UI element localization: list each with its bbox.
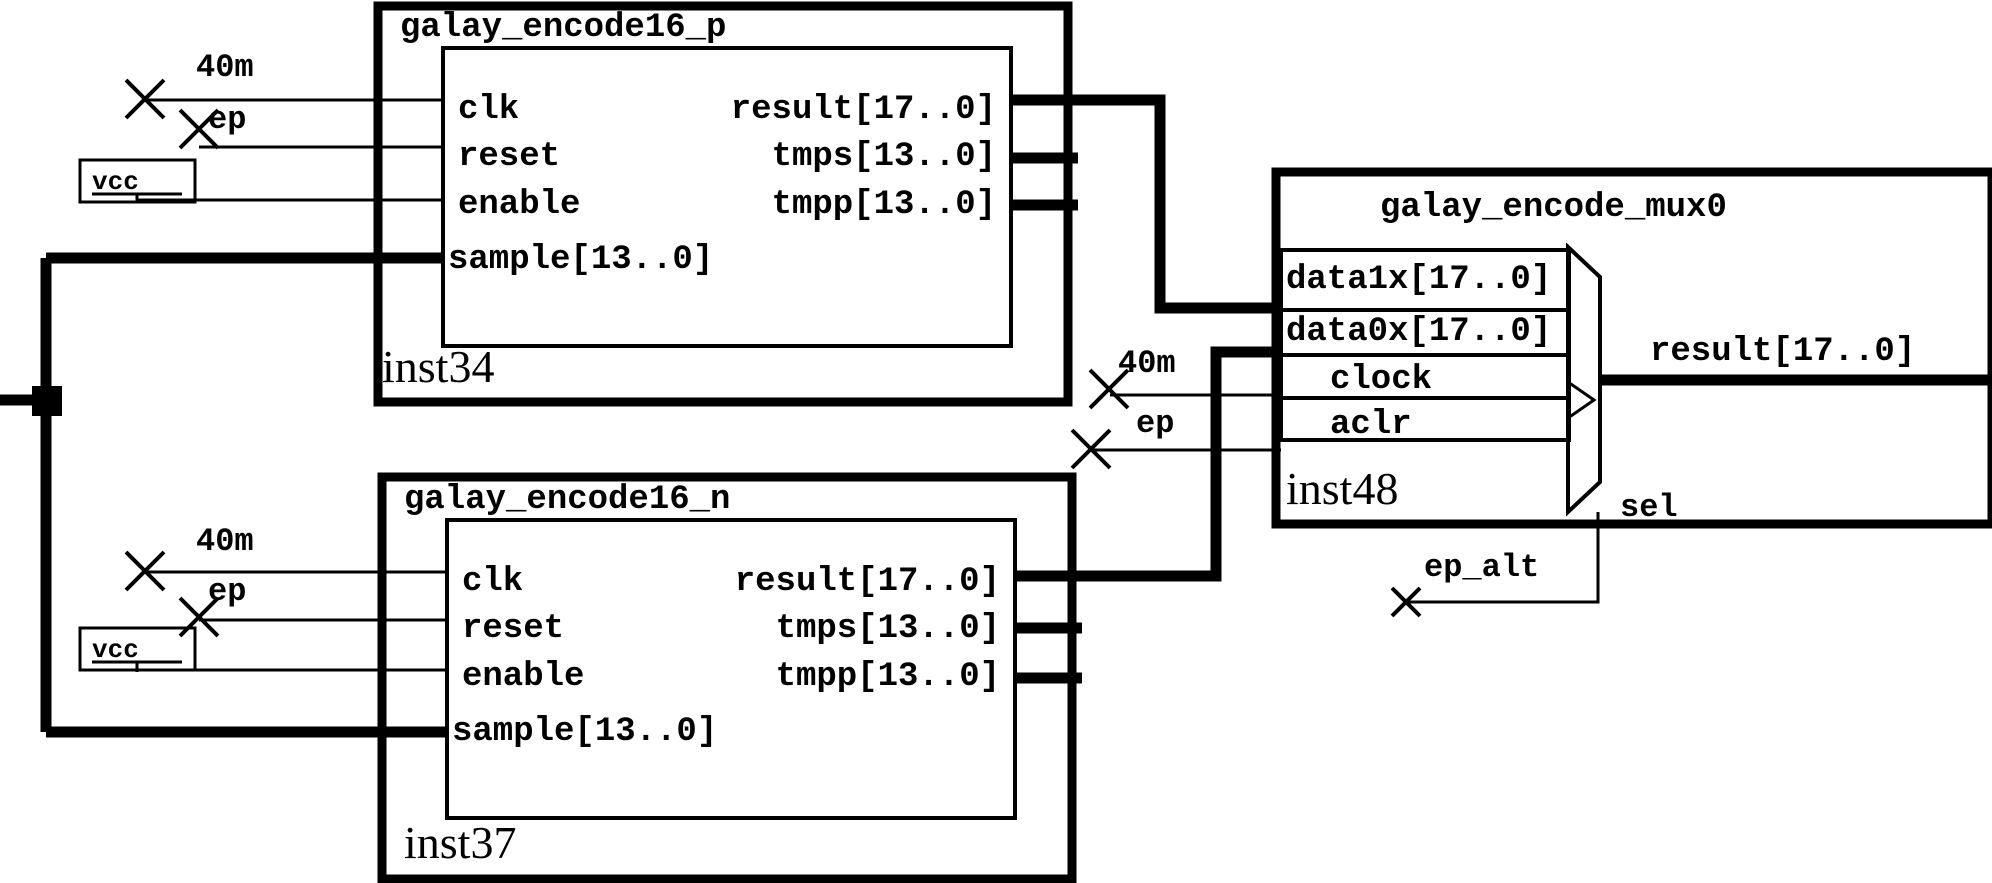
- schematic-canvas: galay_encode16_p clk reset enable sample…: [0, 0, 1992, 883]
- inst37-port-reset: reset: [462, 610, 564, 648]
- inst37-port-enable: enable: [462, 658, 584, 696]
- inst34-instance-name: inst34: [382, 341, 494, 392]
- sample-junction-dot: [32, 386, 62, 416]
- bottom-net-label-40m: 40m: [196, 523, 254, 560]
- top-left-input-group[interactable]: 40m ep vcc: [46, 49, 443, 264]
- inst48-title: galay_encode_mux0: [1380, 189, 1727, 227]
- inst48-sel-label: sel: [1620, 489, 1678, 526]
- bottom-left-input-group[interactable]: 40m ep vcc: [46, 523, 447, 738]
- inst48-port-aclr: aclr: [1330, 406, 1412, 444]
- bottom-net-label-ep: ep: [208, 573, 246, 610]
- inst34-port-enable: enable: [458, 186, 580, 224]
- inst34-port-result: result[17..0]: [731, 91, 996, 129]
- inst48-port-data0x: data0x[17..0]: [1286, 313, 1551, 351]
- inst34-port-clk: clk: [458, 91, 519, 129]
- mux-control-inputs[interactable]: 40m ep: [1070, 345, 1281, 470]
- mux-net-label-ep: ep: [1136, 405, 1174, 442]
- top-net-label-40m: 40m: [196, 49, 254, 86]
- inst37-title: galay_encode16_n: [404, 481, 730, 519]
- wire-inst37-result-to-mux-data0x: [1015, 346, 1281, 582]
- top-vcc-symbol[interactable]: vcc: [78, 158, 197, 204]
- block-inst37[interactable]: galay_encode16_n clk reset enable sample…: [377, 472, 1077, 883]
- inst37-port-clk: clk: [462, 563, 523, 601]
- inst37-port-result: result[17..0]: [735, 563, 1000, 601]
- inst34-port-reset: reset: [458, 138, 560, 176]
- inst48-instance-name: inst48: [1286, 463, 1398, 514]
- schematic-svg: galay_encode16_p clk reset enable sample…: [0, 1, 1992, 883]
- inst37-port-tmpp: tmpp[13..0]: [776, 658, 1000, 696]
- block-inst48[interactable]: galay_encode_mux0 data1x[17..0] data0x[1…: [1271, 167, 1992, 529]
- inst48-port-data1x: data1x[17..0]: [1286, 261, 1551, 299]
- inst37-port-tmps: tmps[13..0]: [776, 610, 1000, 648]
- mux-net-label-40m: 40m: [1118, 345, 1176, 382]
- mux-trapezoid-shape: [1566, 242, 1602, 517]
- inst34-port-tmpp: tmpp[13..0]: [772, 186, 996, 224]
- inst37-instance-name: inst37: [404, 817, 516, 868]
- top-net-label-ep: ep: [208, 101, 246, 138]
- inst34-output-buses: [1011, 94, 1281, 314]
- inst34-title: galay_encode16_p: [400, 9, 726, 47]
- inst34-port-tmps: tmps[13..0]: [772, 138, 996, 176]
- inst48-out-result-label: result[17..0]: [1650, 333, 1915, 371]
- block-inst34[interactable]: galay_encode16_p clk reset enable sample…: [373, 1, 1073, 407]
- inst37-port-sample: sample[13..0]: [452, 713, 717, 751]
- bottom-vcc-symbol[interactable]: vcc: [78, 626, 197, 672]
- left-sample-rail: [0, 258, 62, 732]
- inst48-port-clock: clock: [1330, 361, 1432, 399]
- net-label-ep-alt: ep_alt: [1424, 549, 1539, 586]
- inst34-port-sample: sample[13..0]: [448, 241, 713, 279]
